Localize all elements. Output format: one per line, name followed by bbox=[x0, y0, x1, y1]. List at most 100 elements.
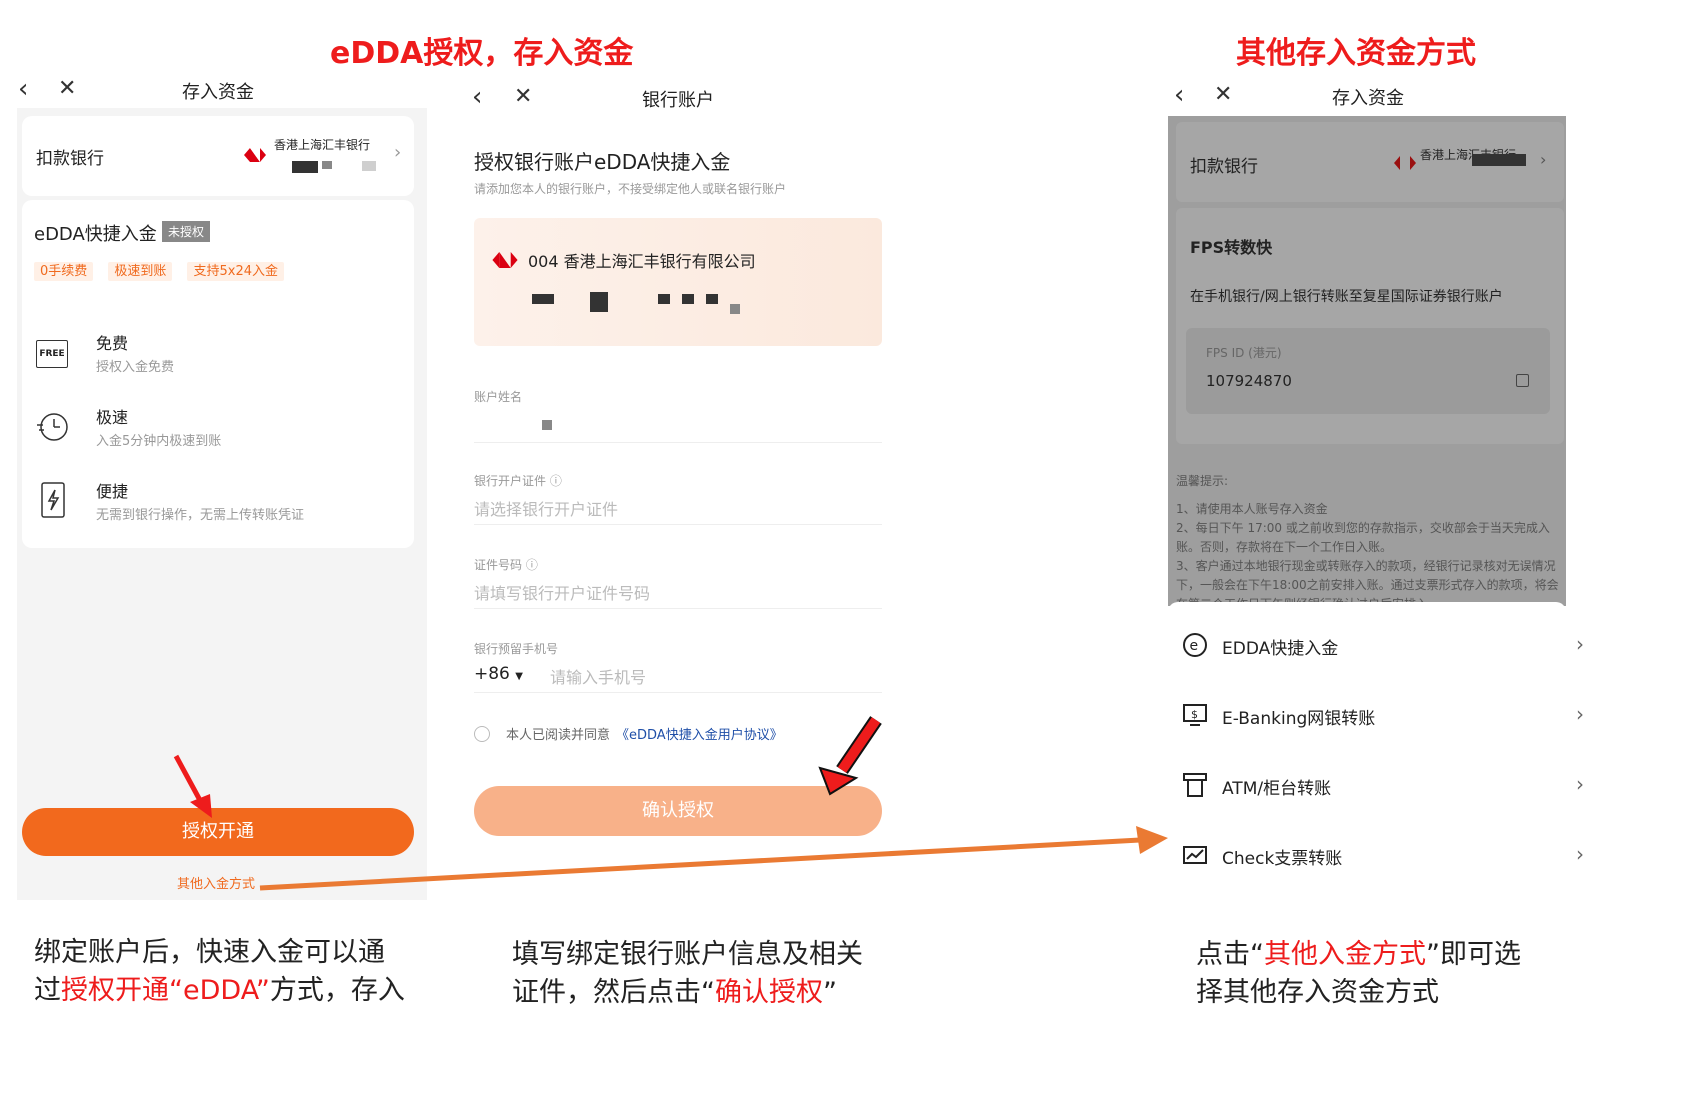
edda-icon: e bbox=[1183, 633, 1207, 657]
masked-account bbox=[322, 161, 332, 169]
caption-3: 点击“其他入金方式”即可选 择其他存入资金方式 bbox=[1196, 939, 1521, 1008]
debit-bank-row: 扣款银行 香港上海汇丰银行 › bbox=[1176, 122, 1564, 202]
masked-account bbox=[658, 294, 670, 304]
left-heading: eDDA授权，存入资金 bbox=[330, 36, 634, 71]
chevron-left-icon[interactable]: ‹ bbox=[1174, 82, 1184, 108]
masked-account bbox=[1472, 154, 1526, 166]
masked-account bbox=[292, 161, 318, 173]
page-title: 存入资金 bbox=[182, 82, 254, 103]
bank-card: 004 香港上海汇丰银行有限公司 bbox=[474, 218, 882, 346]
arrow-pointer-icon bbox=[818, 716, 882, 796]
divider bbox=[474, 442, 882, 443]
fps-id-value: 107924870 bbox=[1206, 372, 1292, 390]
tip-item: 3、客户通过本地银行现金或转账存入的款项，经银行记录核对无误情况下，一般会在下午… bbox=[1176, 559, 1559, 604]
chevron-right-icon: › bbox=[1576, 842, 1584, 866]
close-icon[interactable]: ✕ bbox=[1214, 82, 1232, 108]
copy-icon[interactable] bbox=[1516, 374, 1529, 387]
method-label: Check支票转账 bbox=[1222, 849, 1343, 869]
agreement-text: 本人已阅读并同意 《eDDA快捷入金用户协议》 bbox=[506, 728, 783, 743]
method-label: E-Banking网银转账 bbox=[1222, 709, 1376, 729]
feature-title: 便捷 bbox=[96, 482, 129, 501]
tip-item: 2、每日下午 17:00 或之前收到您的存款指示，交收部会于当天完成入账。否则，… bbox=[1176, 521, 1550, 554]
edda-card: eDDA快捷入金 未授权 0手续费 极速到账 支持5x24入金 FREE 免费 … bbox=[22, 200, 414, 548]
bank-name: 香港上海汇丰银行 bbox=[274, 138, 371, 152]
other-deposit-link[interactable]: 其他入金方式 bbox=[177, 873, 255, 892]
agreement-link[interactable]: 《eDDA快捷入金用户协议》 bbox=[616, 728, 783, 743]
feature-desc: 无需到银行操作，无需上传转账凭证 bbox=[96, 508, 305, 523]
form-heading: 授权银行账户eDDA快捷入金 bbox=[474, 150, 731, 174]
feature-title: 极速 bbox=[96, 408, 129, 427]
chevron-right-icon: › bbox=[1576, 632, 1584, 656]
fps-card: FPS转数快 在手机银行/网上银行转账至复星国际证券银行账户 FPS ID (港… bbox=[1176, 208, 1564, 444]
bank-label: 扣款银行 bbox=[36, 149, 104, 169]
form-subheading: 请添加您本人的银行账户，不接受绑定他人或联名银行账户 bbox=[474, 182, 787, 196]
cert-select[interactable]: 请选择银行开户证件 bbox=[474, 496, 618, 520]
edda-title: eDDA快捷入金 bbox=[34, 224, 157, 245]
method-atm[interactable]: ATM/柜台转账 › bbox=[1168, 752, 1600, 822]
divider bbox=[474, 608, 882, 609]
fps-id-box: FPS ID (港元) 107924870 bbox=[1186, 328, 1550, 414]
tag-list: 0手续费 极速到账 支持5x24入金 bbox=[34, 260, 284, 281]
bank-label: 扣款银行 bbox=[1190, 157, 1258, 177]
masked-account bbox=[590, 292, 608, 312]
screen-other-methods: ‹ ✕ 存入资金 扣款银行 香港上海汇丰银行 › FPS转数快 在手机银行/网上… bbox=[1160, 76, 1584, 896]
arrow-pointer-icon bbox=[173, 754, 212, 818]
method-ebanking[interactable]: $ E-Banking网银转账 › bbox=[1168, 682, 1600, 752]
atm-icon bbox=[1183, 773, 1207, 797]
info-icon[interactable]: ⓘ bbox=[550, 474, 562, 488]
id-number-input[interactable]: 请填写银行开户证件号码 bbox=[474, 580, 650, 604]
masked-account bbox=[706, 294, 718, 304]
fps-desc: 在手机银行/网上银行转账至复星国际证券银行账户 bbox=[1190, 289, 1503, 305]
feature-title: 免费 bbox=[96, 334, 129, 353]
debit-bank-row[interactable]: 扣款银行 香港上海汇丰银行 › bbox=[22, 116, 414, 196]
id-label: 证件号码 ⓘ bbox=[474, 558, 538, 572]
fps-title: FPS转数快 bbox=[1190, 238, 1273, 257]
method-edda[interactable]: e EDDA快捷入金 › bbox=[1168, 612, 1600, 682]
chevron-right-icon: › bbox=[394, 142, 402, 163]
svg-text:e: e bbox=[1190, 638, 1199, 654]
connector-arrow-icon bbox=[259, 826, 1168, 891]
close-icon[interactable]: ✕ bbox=[58, 76, 76, 102]
hsbc-logo-icon bbox=[492, 252, 518, 268]
chevron-right-icon: › bbox=[1576, 702, 1584, 726]
ebanking-icon: $ bbox=[1183, 704, 1207, 726]
agreement-checkbox[interactable] bbox=[474, 726, 490, 742]
divider bbox=[474, 692, 882, 693]
tips-title: 温馨提示: bbox=[1176, 474, 1229, 488]
account-name-label: 账户姓名 bbox=[474, 390, 523, 404]
tip-item: 1、请使用本人账号存入资金 bbox=[1176, 502, 1328, 516]
close-icon[interactable]: ✕ bbox=[514, 84, 532, 110]
phone-label: 银行预留手机号 bbox=[474, 642, 559, 656]
masked-name bbox=[542, 420, 552, 430]
phone-input[interactable]: 请输入手机号 bbox=[550, 664, 646, 688]
page-title: 银行账户 bbox=[642, 90, 714, 111]
masked-account bbox=[682, 294, 694, 304]
country-code-select[interactable]: +86 ▼ bbox=[474, 664, 523, 684]
method-label: ATM/柜台转账 bbox=[1222, 779, 1332, 799]
chevron-left-icon[interactable]: ‹ bbox=[18, 76, 28, 102]
tips-list: 1、请使用本人账号存入资金 2、每日下午 17:00 或之前收到您的存款指示，交… bbox=[1176, 500, 1560, 604]
info-icon[interactable]: ⓘ bbox=[526, 558, 538, 572]
bank-card-name: 004 香港上海汇丰银行有限公司 bbox=[528, 252, 756, 271]
divider bbox=[474, 524, 882, 525]
page-title: 存入资金 bbox=[1332, 88, 1404, 109]
tag-247: 支持5x24入金 bbox=[187, 262, 284, 281]
phone-lightning-icon bbox=[41, 482, 65, 518]
masked-account bbox=[362, 161, 376, 171]
feature-desc: 入金5分钟内极速到账 bbox=[96, 434, 222, 449]
tag-speed: 极速到账 bbox=[108, 262, 173, 281]
method-label: EDDA快捷入金 bbox=[1222, 639, 1339, 659]
chevron-right-icon: › bbox=[1576, 772, 1584, 796]
hsbc-logo-icon bbox=[1394, 156, 1416, 170]
masked-account bbox=[730, 304, 740, 314]
cert-label: 银行开户证件 ⓘ bbox=[474, 474, 562, 488]
caption-1: 绑定账户后，快速入金可以通 过授权开通“eDDA”方式，存入 bbox=[34, 937, 405, 1006]
check-icon bbox=[1183, 846, 1207, 864]
caption-2: 填写绑定银行账户信息及相关 证件，然后点击“确认授权” bbox=[512, 939, 863, 1008]
method-check[interactable]: Check支票转账 › bbox=[1168, 822, 1600, 892]
chevron-left-icon[interactable]: ‹ bbox=[472, 84, 482, 110]
chevron-right-icon: › bbox=[1540, 150, 1547, 169]
right-heading: 其他存入资金方式 bbox=[1236, 36, 1476, 71]
tag-fee: 0手续费 bbox=[34, 262, 94, 281]
feature-desc: 授权入金免费 bbox=[96, 360, 175, 375]
